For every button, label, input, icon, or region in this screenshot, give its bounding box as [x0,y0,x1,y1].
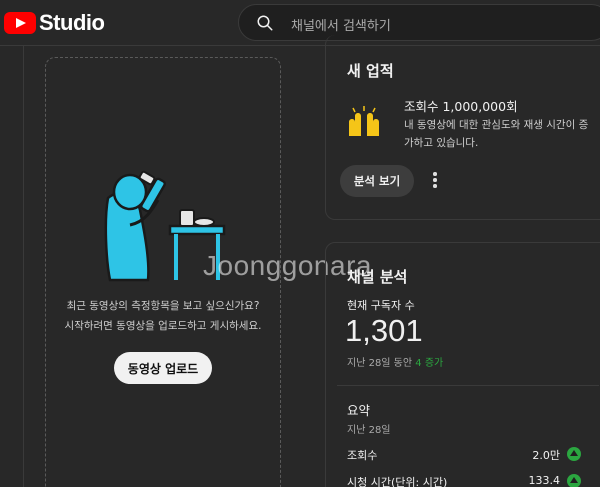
upload-message-line2: 시작하려면 동영상을 업로드하고 게시하세요. [64,320,262,332]
search-input[interactable]: 채널에서 검색하기 [291,15,391,34]
analytics-title: 채널 분석 [347,268,408,286]
achievement-description: 내 동영상에 대한 관심도와 재생 시간이 증가하고 있습니다. [404,119,589,149]
change-prefix: 지난 28일 동안 [347,358,413,369]
logo-text: Studio [39,10,105,35]
upload-message-line1: 최근 동영상의 측정항목을 보고 싶으신가요? [66,300,260,312]
metric-label-watch-time: 시청 시간(단위: 시간) [347,476,448,487]
summary-period: 지난 28일 [347,425,391,436]
subscribers-change: 지난 28일 동안 4 증가 [347,354,443,369]
left-nav-rail [0,46,24,487]
studio-logo[interactable]: Studio [4,10,105,36]
subscribers-label: 현재 구독자 수 [347,299,415,312]
youtube-play-icon [4,12,36,34]
trend-up-icon [567,447,581,461]
metric-label-views: 조회수 [347,449,378,462]
upload-video-button[interactable]: 동영상 업로드 [114,352,212,384]
divider [337,385,599,386]
achievement-title: 새 업적 [347,62,394,80]
search-icon[interactable] [256,14,274,32]
metric-value-watch-time: 133.4 [528,474,561,487]
raising-hands-icon [349,106,379,136]
summary-title: 요약 [347,403,371,418]
change-value: 4 증가 [415,358,444,369]
subscribers-count: 1,301 [345,313,423,348]
metric-value-views: 2.0만 [532,449,560,462]
view-analytics-button[interactable]: 분석 보기 [340,165,414,197]
trend-up-icon [567,474,581,487]
more-options-icon[interactable] [430,172,440,190]
achievement-headline: 조회수 1,000,000회 [404,99,518,114]
